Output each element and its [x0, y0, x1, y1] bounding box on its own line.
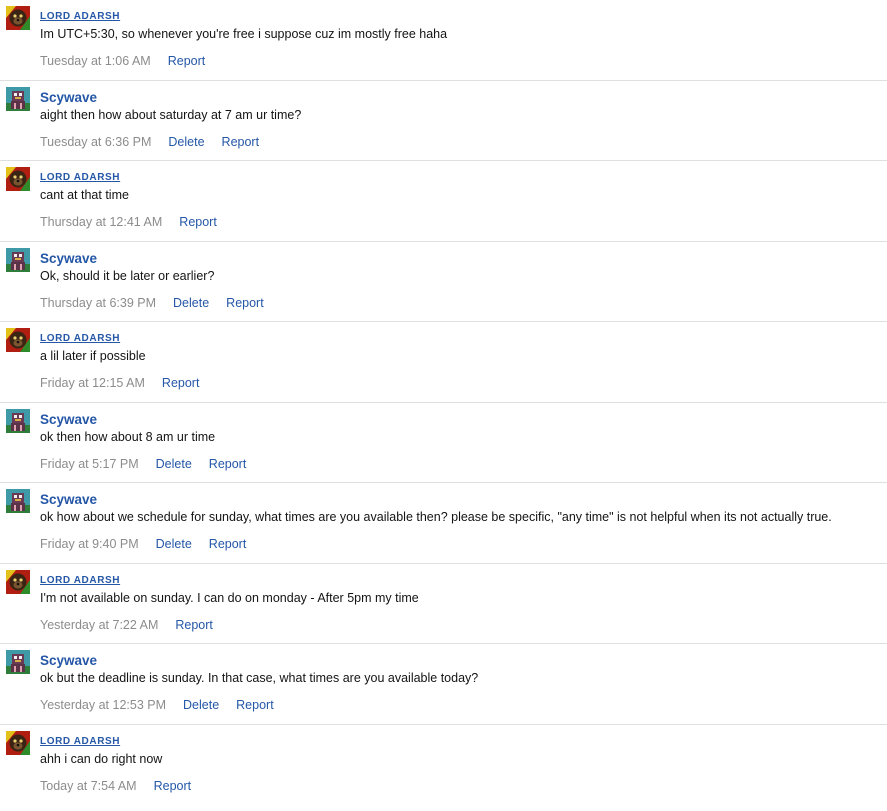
message-item: Scywave ok but the deadline is sunday. I…	[0, 644, 887, 725]
message-text: ok but the deadline is sunday. In that c…	[40, 671, 479, 685]
delete-link[interactable]: Delete	[168, 135, 204, 149]
report-link[interactable]: Report	[209, 457, 247, 471]
message-text: ok then how about 8 am ur time	[40, 429, 216, 444]
message-time[interactable]: Friday at 5:17 PM	[40, 457, 139, 471]
message-meta: Today at 7:54 AM Report	[40, 778, 191, 794]
robot-avatar-icon[interactable]	[6, 86, 30, 111]
report-link[interactable]: Report	[162, 376, 200, 390]
message-item: Scywave ok how about we schedule for sun…	[0, 483, 887, 564]
message-time[interactable]: Today at 7:54 AM	[40, 779, 137, 793]
message-time[interactable]: Yesterday at 12:53 PM	[40, 698, 166, 712]
message-item: LORD ADARSH cant at that time Thursday a…	[0, 161, 887, 242]
message-item: LORD ADARSH I'm not available on sunday.…	[0, 564, 887, 644]
message-meta: Tuesday at 1:06 AM Report	[40, 53, 205, 69]
message-text: a lil later if possible	[40, 349, 146, 363]
message-time[interactable]: Thursday at 6:39 PM	[40, 296, 156, 310]
message-time[interactable]: Tuesday at 6:36 PM	[40, 135, 151, 149]
message-meta: Yesterday at 12:53 PM Delete Report	[40, 697, 274, 713]
report-link[interactable]: Report	[222, 135, 260, 149]
robot-avatar-icon[interactable]	[6, 408, 30, 433]
message-item: Scywave Ok, should it be later or earlie…	[0, 242, 887, 322]
message-item: LORD ADARSH ahh i can do right now Today…	[0, 725, 887, 806]
author-name[interactable]: Scywave	[40, 412, 97, 428]
message-text: ok how about we schedule for sunday, wha…	[40, 510, 832, 524]
message-time[interactable]: Friday at 12:15 AM	[40, 376, 145, 390]
dog-avatar-icon[interactable]	[6, 167, 30, 191]
report-link[interactable]: Report	[175, 618, 213, 632]
author-name[interactable]: LORD ADARSH	[40, 331, 120, 347]
delete-link[interactable]: Delete	[156, 457, 192, 471]
message-item: LORD ADARSH a lil later if possible Frid…	[0, 322, 887, 403]
message-text: ahh i can do right now	[40, 751, 163, 766]
report-link[interactable]: Report	[179, 215, 217, 229]
robot-avatar-icon[interactable]	[6, 489, 30, 513]
robot-avatar-icon[interactable]	[6, 247, 30, 272]
conversation-thread: LORD ADARSH Im UTC+5:30, so whenever you…	[0, 0, 887, 811]
message-text: Ok, should it be later or earlier?	[40, 268, 215, 283]
report-link[interactable]: Report	[154, 779, 192, 793]
delete-link[interactable]: Delete	[173, 296, 209, 310]
message-text: aight then how about saturday at 7 am ur…	[40, 107, 302, 122]
message-meta: Friday at 12:15 AM Report	[40, 375, 199, 391]
message-meta: Friday at 9:40 PM Delete Report	[40, 536, 246, 552]
robot-avatar-icon[interactable]	[6, 650, 30, 674]
dog-avatar-icon[interactable]	[6, 730, 30, 755]
message-item: LORD ADARSH Im UTC+5:30, so whenever you…	[0, 0, 887, 81]
report-link[interactable]: Report	[168, 54, 206, 68]
message-text: I'm not available on sunday. I can do on…	[40, 590, 419, 605]
report-link[interactable]: Report	[209, 537, 247, 551]
author-name[interactable]: Scywave	[40, 251, 97, 267]
message-time[interactable]: Tuesday at 1:06 AM	[40, 54, 151, 68]
message-item: Scywave ok then how about 8 am ur time F…	[0, 403, 887, 483]
author-name[interactable]: LORD ADARSH	[40, 170, 120, 186]
author-name[interactable]: LORD ADARSH	[40, 734, 120, 750]
message-time[interactable]: Yesterday at 7:22 AM	[40, 618, 158, 632]
message-time[interactable]: Friday at 9:40 PM	[40, 537, 139, 551]
delete-link[interactable]: Delete	[156, 537, 192, 551]
message-time[interactable]: Thursday at 12:41 AM	[40, 215, 162, 229]
author-name[interactable]: Scywave	[40, 653, 97, 669]
report-link[interactable]: Report	[226, 296, 264, 310]
report-link[interactable]: Report	[236, 698, 274, 712]
message-meta: Thursday at 12:41 AM Report	[40, 214, 217, 230]
message-meta: Yesterday at 7:22 AM Report	[40, 617, 213, 633]
dog-avatar-icon[interactable]	[6, 569, 30, 594]
message-meta: Friday at 5:17 PM Delete Report	[40, 456, 246, 472]
author-name[interactable]: Scywave	[40, 90, 97, 106]
delete-link[interactable]: Delete	[183, 698, 219, 712]
message-text: cant at that time	[40, 188, 129, 202]
message-meta: Tuesday at 6:36 PM Delete Report	[40, 134, 259, 150]
author-name[interactable]: LORD ADARSH	[40, 9, 120, 25]
author-name[interactable]: Scywave	[40, 492, 97, 508]
message-item: Scywave aight then how about saturday at…	[0, 81, 887, 161]
message-text: Im UTC+5:30, so whenever you're free i s…	[40, 27, 448, 41]
message-meta: Thursday at 6:39 PM Delete Report	[40, 295, 264, 311]
dog-avatar-icon[interactable]	[6, 6, 30, 30]
dog-avatar-icon[interactable]	[6, 328, 30, 352]
author-name[interactable]: LORD ADARSH	[40, 573, 120, 589]
